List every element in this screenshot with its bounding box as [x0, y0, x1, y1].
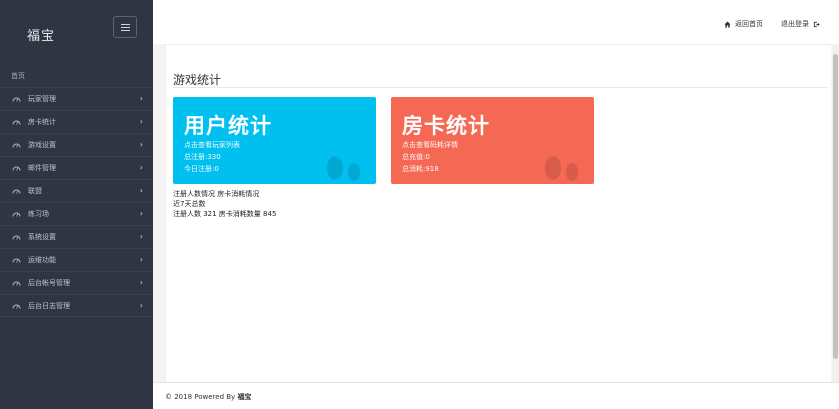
room-card-stats-card[interactable]: 房卡统计 点击查看码耗详情 总充值:0 总消耗:918	[391, 97, 594, 184]
user-stats-total-registered: 总注册:330	[184, 153, 221, 161]
chevron-right-icon: ›	[139, 255, 143, 264]
room-card-stats-title: 房卡统计	[402, 114, 490, 138]
brand-area: 福宝	[0, 0, 153, 64]
footprints-icon	[545, 156, 578, 181]
dashboard-icon	[12, 119, 21, 125]
footer-brand: 福宝	[237, 393, 252, 401]
sidebar-nav: 玩家管理 › 房卡统计 › 游戏设置 › 邮件管理 › 联盟 › 练习场 › 系…	[0, 87, 153, 317]
sidebar-item-label: 游戏设置	[28, 141, 56, 149]
sidebar-item-label: 运维功能	[28, 256, 56, 264]
home-link-label: 返回首页	[735, 20, 763, 28]
sidebar-item-alliance[interactable]: 联盟 ›	[0, 179, 153, 202]
sidebar-section-label: 首页	[11, 72, 25, 80]
footprints-icon	[327, 156, 360, 181]
menu-toggle-button[interactable]	[113, 16, 137, 38]
sidebar-item-label: 邮件管理	[28, 164, 56, 172]
chevron-right-icon: ›	[139, 301, 143, 310]
room-card-stats-link-text[interactable]: 点击查看码耗详情	[402, 140, 458, 150]
hamburger-icon-bar	[120, 26, 130, 28]
scrollbar-thumb[interactable]	[833, 54, 838, 359]
dashboard-icon	[12, 142, 21, 148]
dashboard-icon	[12, 188, 21, 194]
sidebar-item-label: 后台日志管理	[28, 301, 70, 310]
sidebar-item-label: 联盟	[28, 187, 42, 195]
logout-link-label: 退出登录	[781, 20, 809, 28]
sidebar-item-admin-accounts[interactable]: 后台帐号管理 ›	[0, 271, 153, 294]
sidebar-item-ops-functions[interactable]: 运维功能 ›	[0, 248, 153, 271]
summary-heading: 注册人数情况 房卡消耗情况	[173, 190, 260, 198]
home-link[interactable]: 返回首页	[724, 19, 763, 29]
sidebar-item-label: 玩家管理	[28, 95, 56, 103]
page-title: 游戏统计	[173, 73, 222, 87]
sidebar-item-system-settings[interactable]: 系统设置 ›	[0, 225, 153, 248]
hamburger-icon-bar	[120, 29, 130, 31]
dashboard-icon	[12, 280, 21, 286]
sidebar: 福宝 首页 玩家管理 › 房卡统计 › 游戏设置 › 邮件管理 › 联盟 › 练…	[0, 0, 153, 409]
dashboard-icon	[12, 211, 21, 217]
chevron-right-icon: ›	[139, 186, 143, 195]
user-stats-today-registered: 今日注册:0	[184, 165, 219, 173]
page-scrollbar[interactable]	[832, 44, 839, 382]
dashboard-icon	[12, 234, 21, 240]
sidebar-item-mail-management[interactable]: 邮件管理 ›	[0, 156, 153, 179]
sign-out-icon	[813, 21, 820, 27]
sidebar-item-admin-logs[interactable]: 后台日志管理 ›	[0, 294, 153, 317]
chevron-right-icon: ›	[139, 163, 143, 172]
chevron-right-icon: ›	[139, 140, 143, 149]
dashboard-icon	[12, 303, 21, 309]
main-content: 游戏统计 用户统计 点击查看玩家列表 总注册:330 今日注册:0 房卡统计 点…	[165, 44, 831, 382]
summary-values: 注册人数 321 房卡消耗数量 845	[173, 210, 277, 218]
room-card-total-consumed: 总消耗:918	[402, 165, 439, 173]
chevron-right-icon: ›	[139, 94, 143, 103]
dashboard-icon	[12, 96, 21, 102]
sidebar-item-label: 后台帐号管理	[28, 279, 70, 287]
home-icon	[724, 20, 731, 28]
sidebar-item-label: 系统设置	[28, 233, 56, 241]
footer-copyright: © 2018 Powered By	[165, 393, 236, 401]
brand-title: 福宝	[27, 29, 56, 44]
logout-link[interactable]: 退出登录	[781, 19, 820, 29]
user-stats-link-text[interactable]: 点击查看玩家列表	[184, 140, 240, 150]
hamburger-icon	[120, 23, 130, 25]
user-stats-card[interactable]: 用户统计 点击查看玩家列表 总注册:330 今日注册:0	[173, 97, 376, 184]
top-bar: 返回首页 退出登录	[153, 0, 839, 44]
sidebar-item-room-card-stats[interactable]: 房卡统计 ›	[0, 110, 153, 133]
dashboard-icon	[12, 257, 21, 263]
summary-period: 近7天总数	[173, 200, 206, 208]
sidebar-item-practice-field[interactable]: 练习场 ›	[0, 202, 153, 225]
chevron-right-icon: ›	[139, 209, 143, 218]
sidebar-item-player-management[interactable]: 玩家管理 ›	[0, 87, 153, 110]
chevron-right-icon: ›	[139, 232, 143, 241]
room-card-total-recharge: 总充值:0	[402, 153, 430, 161]
chevron-right-icon: ›	[139, 278, 143, 287]
dashboard-icon	[12, 165, 21, 171]
title-divider	[173, 87, 827, 88]
footer: © 2018 Powered By 福宝	[153, 382, 839, 409]
user-stats-title: 用户统计	[184, 114, 272, 138]
chevron-right-icon: ›	[139, 117, 143, 126]
sidebar-item-label: 练习场	[28, 210, 49, 218]
footer-text: © 2018 Powered By 福宝	[165, 392, 251, 402]
sidebar-item-game-settings[interactable]: 游戏设置 ›	[0, 133, 153, 156]
sidebar-item-label: 房卡统计	[28, 118, 56, 126]
